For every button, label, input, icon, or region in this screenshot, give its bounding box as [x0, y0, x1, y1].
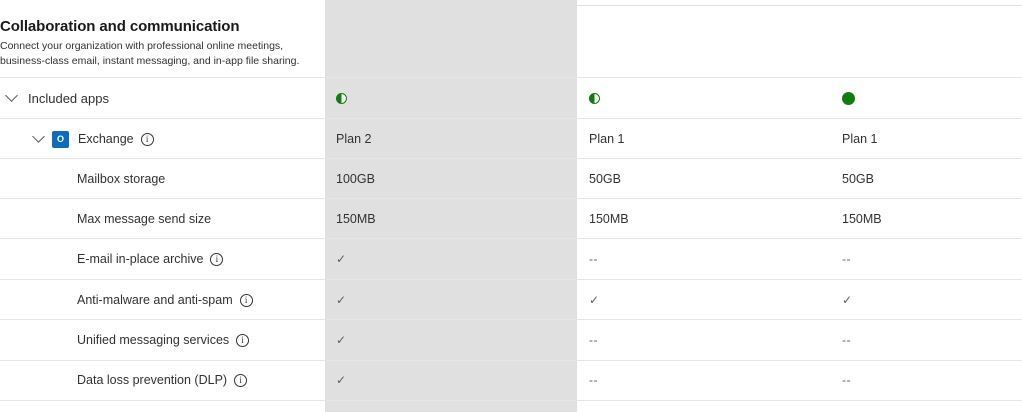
feature-row: Mailbox storage 100GB 50GB 50GB	[0, 159, 1022, 199]
top-divider	[325, 5, 1022, 6]
feature-value: 150MB	[842, 212, 882, 226]
included-apps-label: Included apps	[28, 90, 109, 106]
included-apps-plan-2	[589, 78, 600, 118]
filled-circle-icon	[842, 91, 855, 105]
info-icon[interactable]: i	[236, 333, 250, 347]
feature-value: 100GB	[336, 172, 375, 186]
half-circle-icon	[589, 92, 600, 104]
feature-label: Max message send size	[77, 212, 212, 226]
feature-value: --	[589, 333, 598, 347]
feature-label: Anti-malware and anti-spam	[77, 293, 233, 307]
included-apps-plan-1	[336, 78, 347, 118]
feature-label: Unified messaging services	[77, 333, 230, 347]
checkmark-icon: ✓	[336, 293, 347, 307]
feature-value: --	[842, 373, 851, 387]
checkmark-icon: ✓	[336, 333, 347, 347]
feature-value: --	[842, 333, 851, 347]
feature-value: --	[842, 252, 851, 266]
exchange-label-cell[interactable]: O Exchange i	[0, 119, 320, 159]
feature-row: Anti-malware and anti-spam i ✓ ✓ ✓	[0, 280, 1022, 320]
feature-value: --	[589, 373, 598, 387]
exchange-row[interactable]: O Exchange i Plan 2 Plan 1 Plan 1	[0, 119, 1022, 159]
half-circle-icon	[336, 92, 347, 104]
feature-row: E-mail in-place archive i ✓ -- --	[0, 239, 1022, 279]
checkmark-icon: ✓	[336, 373, 347, 387]
section-description: Connect your organization with professio…	[0, 40, 300, 67]
info-icon[interactable]: i	[210, 252, 224, 266]
section-title: Collaboration and communication	[0, 18, 240, 35]
feature-value: 150MB	[589, 212, 629, 226]
feature-label: E-mail in-place archive	[77, 252, 204, 266]
checkmark-icon: ✓	[336, 252, 347, 266]
included-apps-row[interactable]: Included apps	[0, 78, 1022, 118]
exchange-app-icon: O	[52, 130, 69, 148]
feature-label: Mailbox storage	[77, 172, 166, 186]
checkmark-icon: ✓	[589, 293, 600, 307]
info-icon[interactable]: i	[234, 373, 248, 387]
checkmark-icon: ✓	[842, 293, 853, 307]
feature-label: Data loss prevention (DLP)	[77, 373, 228, 387]
exchange-plan-3: Plan 1	[842, 132, 878, 146]
feature-row: Max message send size 150MB 150MB 150MB	[0, 199, 1022, 239]
exchange-label: Exchange	[78, 132, 134, 146]
feature-value: 50GB	[589, 172, 621, 186]
chevron-down-icon[interactable]	[5, 89, 18, 102]
feature-row: Unified messaging services i ✓ -- --	[0, 320, 1022, 360]
chevron-down-icon[interactable]	[32, 130, 45, 143]
row-divider	[0, 400, 1022, 401]
info-icon[interactable]: i	[140, 132, 154, 146]
included-apps-label-cell[interactable]: Included apps	[0, 78, 320, 118]
feature-row: Data loss prevention (DLP) i ✓ -- --	[0, 360, 1022, 400]
feature-value: --	[589, 252, 598, 266]
feature-value: 50GB	[842, 172, 874, 186]
exchange-plan-1: Plan 2	[336, 132, 372, 146]
exchange-plan-2: Plan 1	[589, 132, 625, 146]
included-apps-plan-3	[842, 78, 855, 118]
feature-value: 150MB	[336, 212, 376, 226]
info-icon[interactable]: i	[239, 293, 253, 307]
